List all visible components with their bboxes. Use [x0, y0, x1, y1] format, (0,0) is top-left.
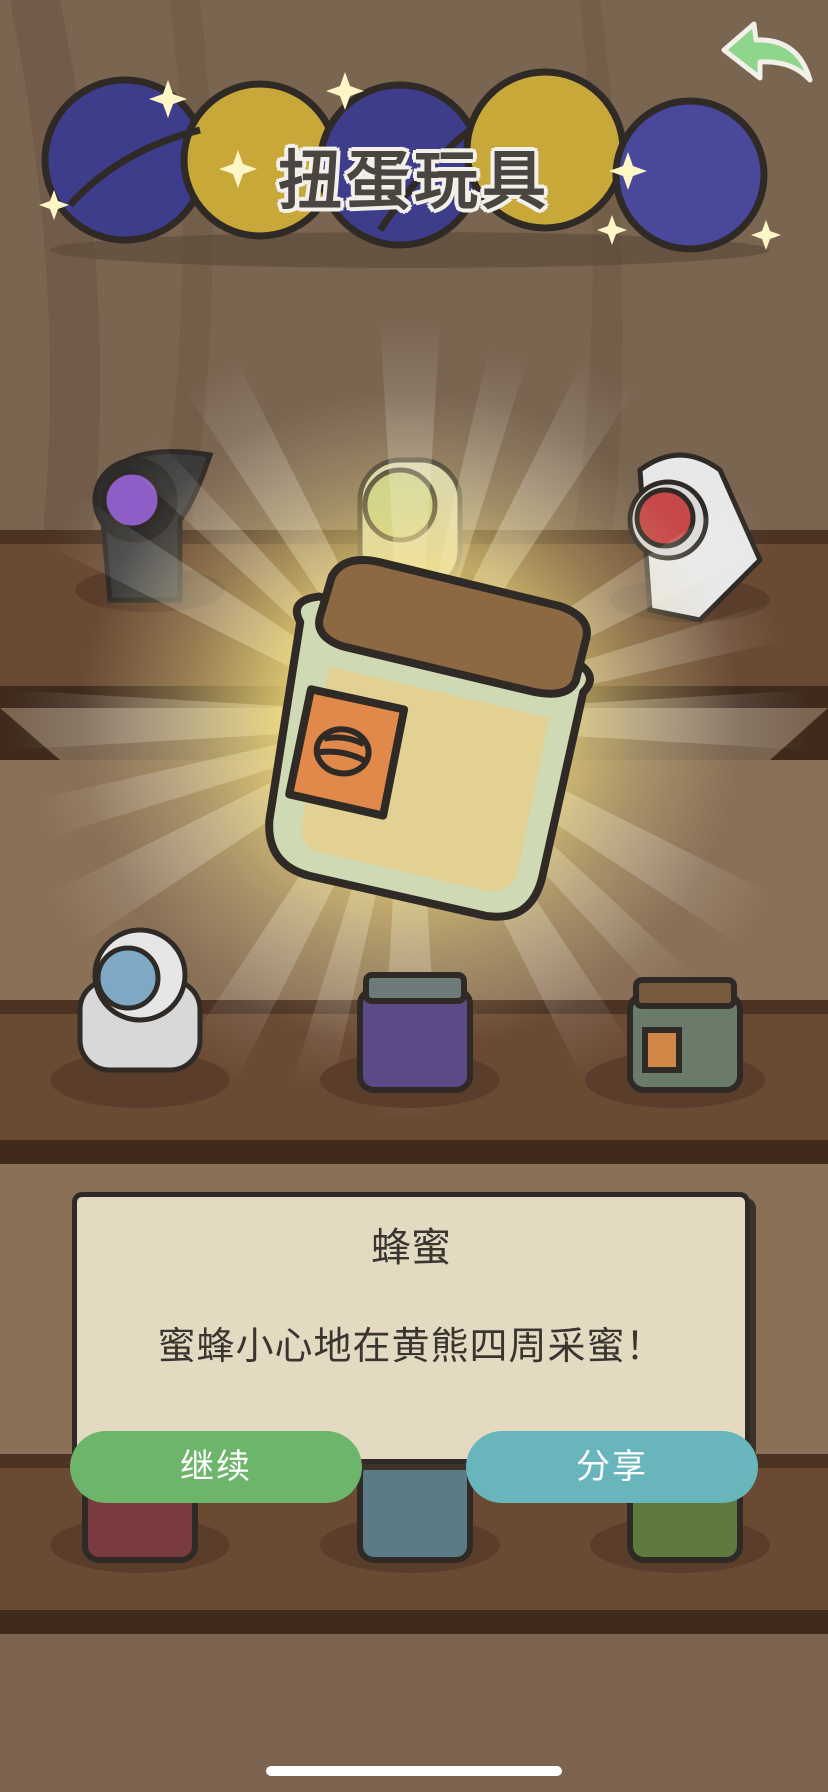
share-button[interactable]: 分享 [466, 1431, 758, 1503]
home-indicator[interactable] [266, 1766, 562, 1776]
game-scene [0, 0, 828, 1792]
item-name: 蜂蜜 [371, 1225, 451, 1271]
continue-button[interactable]: 继续 [70, 1431, 362, 1503]
page-title: 扭蛋玩具 [278, 145, 550, 219]
item-description: 蜜蜂小心地在黄熊四周采蜜！ [157, 1324, 665, 1368]
back-button[interactable] [710, 14, 818, 100]
item-dialog: 蜂蜜 蜜蜂小心地在黄熊四周采蜜！ [72, 1192, 750, 1464]
back-arrow-icon [721, 21, 813, 83]
